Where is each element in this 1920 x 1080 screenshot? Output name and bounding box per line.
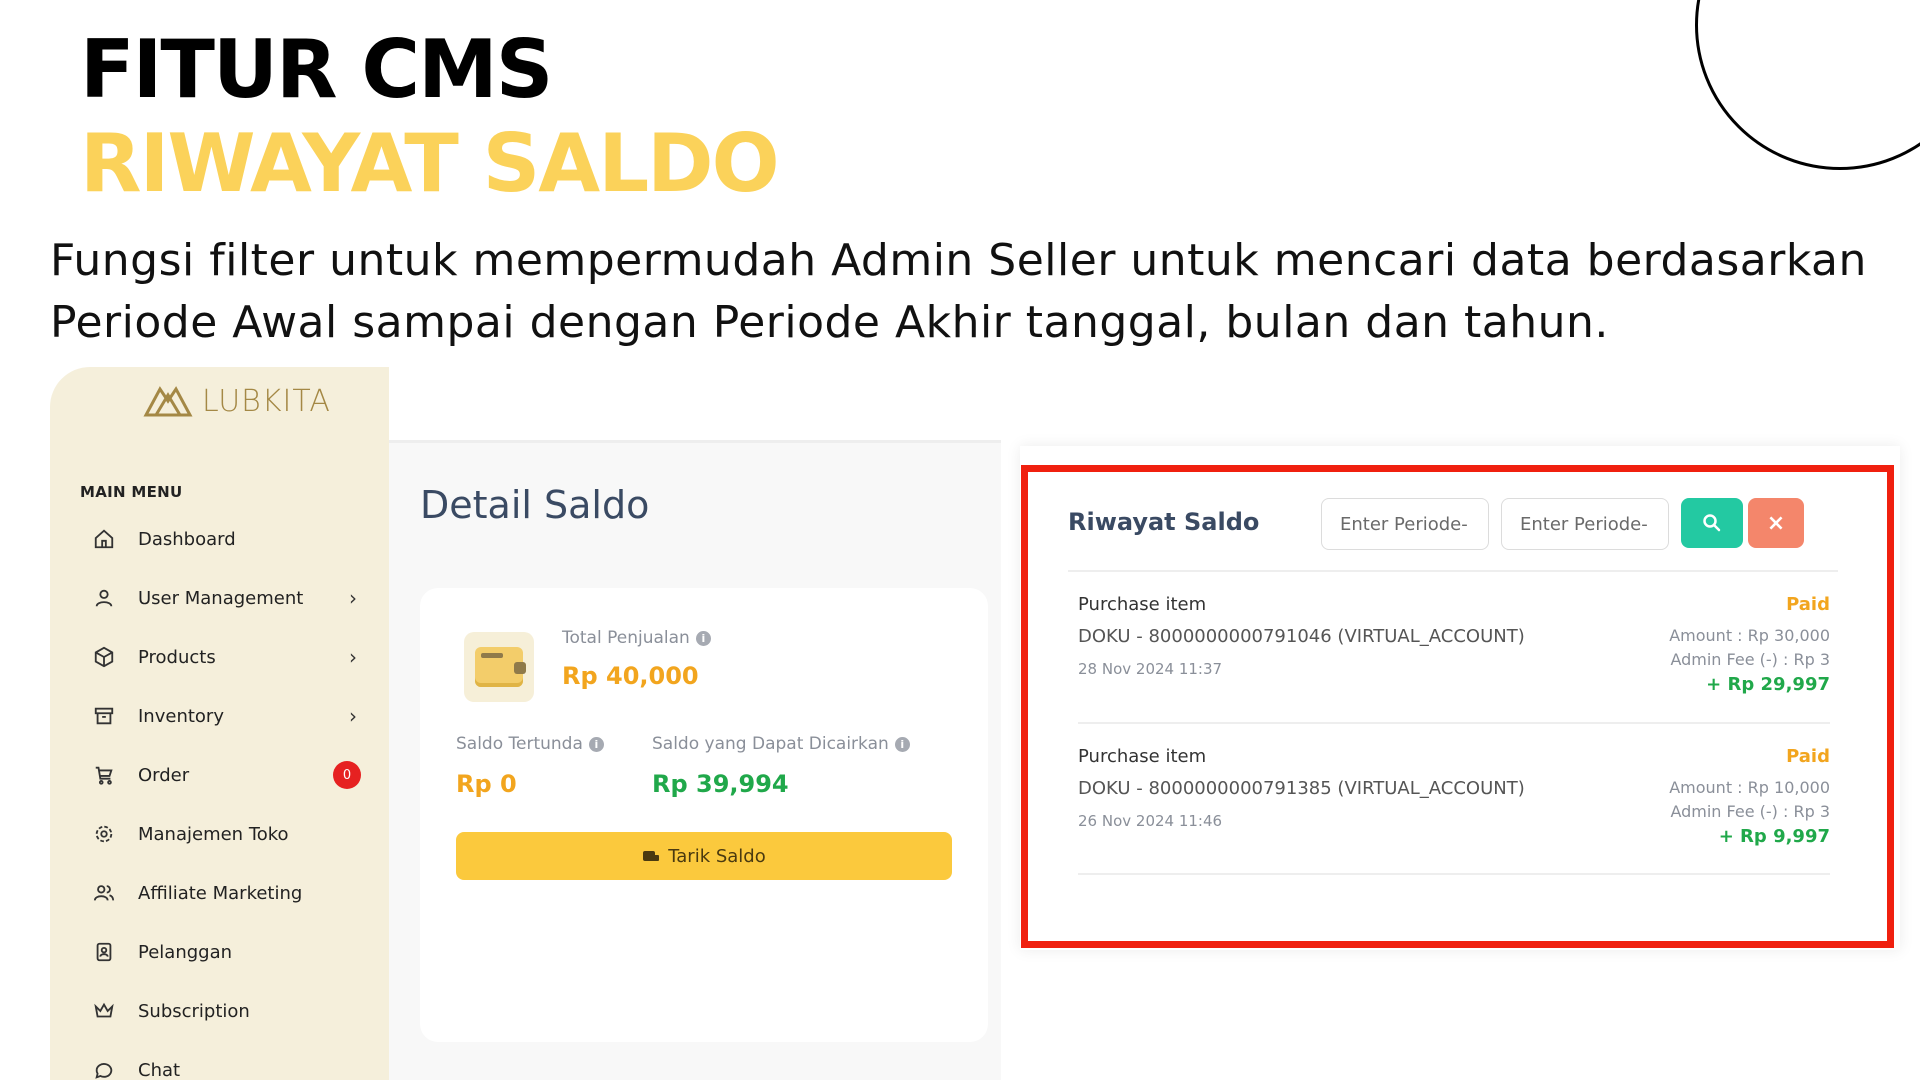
cart-icon bbox=[92, 763, 116, 787]
sidebar-item-label: User Management bbox=[138, 587, 304, 609]
crown-icon bbox=[92, 999, 116, 1023]
sidebar-item-chat[interactable]: Chat bbox=[92, 1050, 367, 1080]
wallet-icon bbox=[464, 632, 534, 702]
transaction-row[interactable]: Purchase item DOKU - 8000000000791385 (V… bbox=[1078, 746, 1830, 886]
transaction-reference: DOKU - 8000000000791046 (VIRTUAL_ACCOUNT… bbox=[1078, 626, 1525, 647]
page-title: Detail Saldo bbox=[420, 483, 650, 527]
saldo-tertunda-label: Saldo Tertunda i bbox=[456, 734, 604, 754]
transaction-date: 28 Nov 2024 11:37 bbox=[1078, 660, 1223, 678]
sidebar-item-user-management[interactable]: User Management › bbox=[92, 578, 367, 618]
tarik-saldo-button[interactable]: Tarik Saldo bbox=[456, 832, 952, 880]
sidebar-item-inventory[interactable]: Inventory › bbox=[92, 696, 367, 736]
sidebar-item-affiliate-marketing[interactable]: Affiliate Marketing bbox=[92, 873, 367, 913]
box-icon bbox=[92, 645, 116, 669]
clear-filter-button[interactable]: × bbox=[1748, 498, 1804, 548]
saldo-summary-card: Total Penjualan i Rp 40,000 Saldo Tertun… bbox=[420, 588, 988, 1042]
saldo-dicairkan-label: Saldo yang Dapat Dicairkan i bbox=[652, 734, 910, 754]
info-icon[interactable]: i bbox=[695, 630, 711, 646]
chevron-right-icon: › bbox=[349, 645, 357, 669]
search-icon bbox=[1703, 514, 1721, 532]
brand-logo[interactable]: LUBKITA bbox=[142, 379, 331, 423]
feature-description: Fungsi filter untuk mempermudah Admin Se… bbox=[50, 235, 1867, 348]
chevron-right-icon: › bbox=[349, 704, 357, 728]
transaction-net-amount: + Rp 29,997 bbox=[1706, 674, 1830, 695]
transaction-reference: DOKU - 8000000000791385 (VIRTUAL_ACCOUNT… bbox=[1078, 778, 1525, 799]
riwayat-header-divider bbox=[1068, 570, 1838, 572]
sidebar-item-pelanggan[interactable]: Pelanggan bbox=[92, 932, 367, 972]
gear-icon bbox=[92, 822, 116, 846]
riwayat-saldo-title: Riwayat Saldo bbox=[1068, 508, 1260, 536]
user-icon bbox=[92, 586, 116, 610]
sidebar-item-dashboard[interactable]: Dashboard bbox=[92, 519, 367, 559]
info-icon[interactable]: i bbox=[588, 736, 604, 752]
periode-awal-input[interactable] bbox=[1321, 498, 1489, 550]
feature-title: FITUR CMS bbox=[80, 23, 553, 116]
row-divider bbox=[1078, 873, 1830, 875]
sidebar-item-label: Subscription bbox=[138, 1000, 250, 1022]
sidebar-item-products[interactable]: Products › bbox=[92, 637, 367, 677]
row-divider bbox=[1078, 722, 1830, 724]
sidebar-item-label: Chat bbox=[138, 1059, 181, 1080]
sidebar-item-label: Order bbox=[138, 764, 190, 786]
transaction-row[interactable]: Purchase item DOKU - 8000000000791046 (V… bbox=[1078, 594, 1830, 734]
sidebar-item-label: Dashboard bbox=[138, 528, 236, 550]
logo-text: LUBKITA bbox=[202, 383, 331, 419]
status-badge: Paid bbox=[1786, 594, 1830, 615]
saldo-tertunda-text: Saldo Tertunda bbox=[456, 734, 583, 754]
transaction-admin-fee: Admin Fee (-) : Rp 3 bbox=[1670, 650, 1830, 669]
saldo-dicairkan-value: Rp 39,994 bbox=[652, 770, 789, 798]
sidebar-item-label: Inventory bbox=[138, 705, 224, 727]
withdraw-icon bbox=[643, 851, 660, 861]
status-badge: Paid bbox=[1786, 746, 1830, 767]
contact-icon bbox=[92, 940, 116, 964]
chat-icon bbox=[92, 1058, 116, 1080]
saldo-tertunda-value: Rp 0 bbox=[456, 770, 517, 798]
transaction-amount: Amount : Rp 10,000 bbox=[1669, 778, 1830, 797]
transaction-amount: Amount : Rp 30,000 bbox=[1669, 626, 1830, 645]
sidebar-item-order[interactable]: Order 0 bbox=[92, 755, 367, 795]
close-icon: × bbox=[1766, 510, 1786, 536]
order-count-badge: 0 bbox=[333, 761, 361, 789]
search-button[interactable] bbox=[1681, 498, 1743, 548]
sidebar-item-label: Pelanggan bbox=[138, 941, 233, 963]
home-icon bbox=[92, 527, 116, 551]
total-penjualan-text: Total Penjualan bbox=[562, 628, 690, 648]
sidebar-item-subscription[interactable]: Subscription bbox=[92, 991, 367, 1031]
transaction-admin-fee: Admin Fee (-) : Rp 3 bbox=[1670, 802, 1830, 821]
users-icon bbox=[92, 881, 116, 905]
archive-icon bbox=[92, 704, 116, 728]
chevron-right-icon: › bbox=[349, 586, 357, 610]
feature-subtitle: RIWAYAT SALDO bbox=[80, 117, 780, 210]
main-menu-heading: MAIN MENU bbox=[80, 483, 183, 501]
total-penjualan-value: Rp 40,000 bbox=[562, 662, 699, 690]
info-icon[interactable]: i bbox=[894, 736, 910, 752]
periode-akhir-input[interactable] bbox=[1501, 498, 1669, 550]
sidebar-item-manajemen-toko[interactable]: Manajemen Toko bbox=[92, 814, 367, 854]
sidebar: LUBKITA MAIN MENU Dashboard User Managem… bbox=[50, 367, 389, 1080]
sidebar-item-label: Affiliate Marketing bbox=[138, 882, 303, 904]
transaction-net-amount: + Rp 9,997 bbox=[1718, 826, 1830, 847]
tarik-saldo-label: Tarik Saldo bbox=[668, 845, 766, 867]
transaction-type: Purchase item bbox=[1078, 594, 1207, 615]
sidebar-item-label: Products bbox=[138, 646, 216, 668]
transaction-type: Purchase item bbox=[1078, 746, 1207, 767]
sidebar-item-label: Manajemen Toko bbox=[138, 823, 289, 845]
decorative-circle bbox=[1695, 0, 1920, 170]
total-penjualan-label: Total Penjualan i bbox=[562, 628, 711, 648]
transaction-date: 26 Nov 2024 11:46 bbox=[1078, 812, 1223, 830]
logo-mark-icon bbox=[143, 386, 193, 417]
saldo-dicairkan-text: Saldo yang Dapat Dicairkan bbox=[652, 734, 889, 754]
